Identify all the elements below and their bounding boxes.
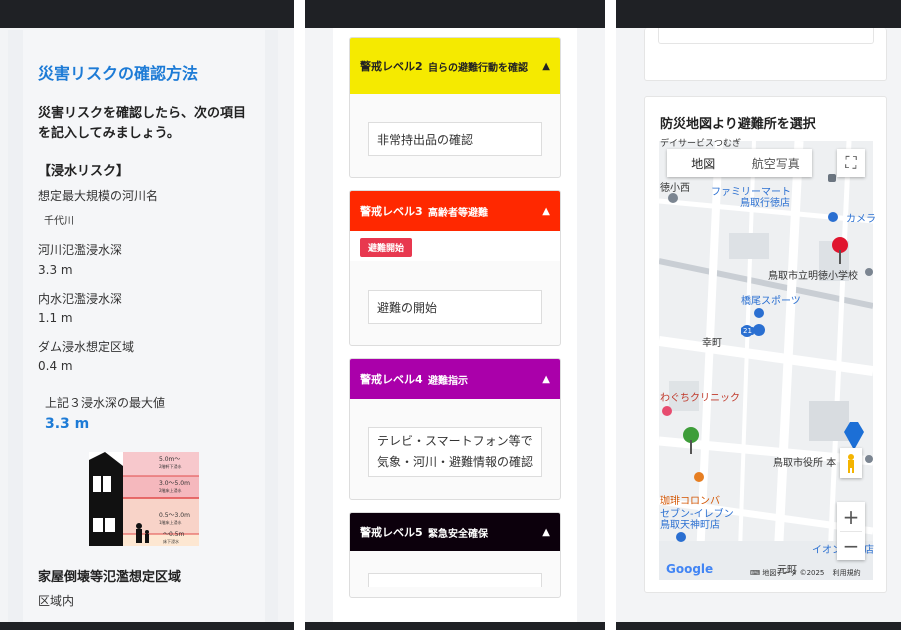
zoom-out-icon[interactable]: − bbox=[840, 531, 862, 560]
street-view-pegman-icon[interactable] bbox=[840, 448, 862, 478]
zoom-in-icon[interactable]: + bbox=[843, 502, 860, 531]
map-attribution: ⌨ 地図データ ©2025 利用規約 bbox=[750, 568, 861, 578]
band-label-4: ～0.5m bbox=[163, 531, 185, 538]
collapse-value: 区域内 bbox=[38, 594, 75, 608]
tab-satellite[interactable]: 航空写真 bbox=[740, 149, 813, 177]
route-21-badge: 21 bbox=[741, 327, 754, 335]
level3-action-field[interactable]: 避難の開始 bbox=[368, 290, 542, 324]
inland-depth-value: 1.1 m bbox=[38, 311, 73, 325]
max-depth-value: 3.3 m bbox=[45, 416, 90, 432]
convenience-store-icon bbox=[676, 532, 686, 542]
bottom-bar bbox=[0, 622, 294, 630]
level5-name: 警戒レベル5 bbox=[360, 525, 423, 539]
flood-depth-figure: 5.0m～ 2階軒下浸水 3.0～5.0m 2階床上浸水 0.5～3.0m 1階… bbox=[89, 452, 199, 546]
screenshot-stage: 災害リスクの確認方法 災害リスクを確認したら、次の項目を記入してみましょう。 【… bbox=[0, 0, 901, 630]
clinic-icon bbox=[662, 406, 672, 416]
river-name-label: 想定最大規模の河川名 bbox=[38, 189, 159, 203]
map-label-seven-branch: 鳥取天神町店 bbox=[660, 520, 720, 531]
red-marker-icon[interactable] bbox=[831, 236, 849, 264]
band-note-4: 床下浸水 bbox=[163, 538, 179, 544]
level5-section: 警戒レベル5 緊急安全確保 ▲ bbox=[349, 512, 561, 598]
tab-map[interactable]: 地図 bbox=[667, 149, 740, 177]
map-label-sports: 橋尾スポーツ bbox=[741, 296, 801, 307]
map-label-cityhall: 鳥取市役所 本 bbox=[773, 458, 837, 469]
dam-area-label: ダム浸水想定区域 bbox=[38, 340, 135, 354]
band-note-3: 1階床上浸水 bbox=[159, 519, 182, 525]
level3-header[interactable]: 警戒レベル3 高齢者等避難 ▲ bbox=[350, 191, 560, 231]
flood-heading: 【浸水リスク】 bbox=[38, 164, 130, 179]
shelter-map-title: 防災地図より避難所を選択 bbox=[660, 117, 816, 132]
level2-desc: 自らの避難行動を確認 bbox=[428, 62, 528, 74]
band-label-2: 3.0～5.0m bbox=[159, 480, 190, 487]
level4-desc: 避難指示 bbox=[428, 375, 468, 387]
map-label-saiwaicho: 幸町 bbox=[702, 338, 722, 349]
bottom-bar bbox=[616, 622, 901, 630]
map-label-l1: 徳小西 bbox=[660, 183, 690, 194]
map-label-camera: カメラ bbox=[846, 214, 876, 225]
band-note-2: 2階床上浸水 bbox=[159, 487, 182, 493]
risk-lead: 災害リスクを確認したら、次の項目を記入してみましょう。 bbox=[38, 106, 247, 141]
band-label-3: 0.5～3.0m bbox=[159, 512, 190, 519]
river-depth-value: 3.3 m bbox=[38, 263, 73, 277]
map-label-school: 鳥取市立明徳小学校 bbox=[768, 271, 858, 282]
max-depth-label: 上記３浸水深の最大値 bbox=[45, 396, 166, 410]
fullscreen-icon[interactable]: ⛶ bbox=[837, 149, 865, 177]
bottom-bar bbox=[305, 622, 605, 630]
map-label-dayservice: デイサービスつむぎ bbox=[660, 139, 742, 149]
cafe-icon bbox=[694, 472, 704, 482]
level4-name: 警戒レベル4 bbox=[360, 372, 423, 386]
band-label-1: 5.0m～ bbox=[159, 456, 180, 463]
google-logo: Google bbox=[666, 562, 714, 576]
map-label-clinic: わぐちクリニック bbox=[660, 393, 740, 404]
dam-area-value: 0.4 m bbox=[38, 359, 73, 373]
keyboard-icon[interactable]: ⌨ bbox=[750, 569, 762, 577]
caret-up-icon: ▲ bbox=[542, 526, 550, 538]
map-label-aeon-store: 店 bbox=[864, 545, 874, 556]
level2-header[interactable]: 警戒レベル2 自らの避難行動を確認 ▲ bbox=[350, 38, 560, 94]
level4-action-field[interactable]: テレビ・スマートフォン等で気象・河川・避難情報の確認 bbox=[368, 427, 542, 477]
level2-name: 警戒レベル2 bbox=[360, 59, 423, 73]
level4-section: 警戒レベル4 避難指示 ▲ テレビ・スマートフォン等で気象・河川・避難情報の確認 bbox=[349, 358, 561, 500]
bus-stop-icon bbox=[828, 174, 836, 182]
school-icon bbox=[865, 268, 873, 276]
inland-depth-label: 内水氾濫浸水深 bbox=[38, 292, 123, 306]
map-data-text: 地図データ ©2025 bbox=[762, 569, 825, 577]
city-hall-icon bbox=[865, 455, 873, 463]
shelter-blue-marker-icon[interactable] bbox=[842, 418, 866, 450]
caret-up-icon: ▲ bbox=[542, 205, 550, 217]
level2-action-field[interactable]: 非常持出品の確認 bbox=[368, 122, 542, 156]
river-name-value: 千代川 bbox=[44, 216, 74, 227]
evacuation-start-badge: 避難開始 bbox=[360, 238, 413, 257]
top-bar bbox=[305, 0, 605, 28]
zoom-controls: + − bbox=[837, 502, 865, 560]
river-depth-label: 河川氾濫浸水深 bbox=[38, 243, 123, 257]
caret-up-icon: ▲ bbox=[542, 373, 550, 385]
level3-badge-row: 避難開始 bbox=[350, 231, 560, 261]
level3-section: 警戒レベル3 高齢者等避難 ▲ 避難開始 避難の開始 bbox=[349, 190, 561, 346]
level3-name: 警戒レベル3 bbox=[360, 204, 423, 218]
level5-header[interactable]: 警戒レベル5 緊急安全確保 ▲ bbox=[350, 513, 560, 551]
terms-link[interactable]: 利用規約 bbox=[833, 569, 861, 577]
top-bar bbox=[616, 0, 901, 28]
map-label-familymart-branch: 鳥取行徳店 bbox=[740, 198, 790, 209]
level5-action-field[interactable] bbox=[368, 573, 542, 587]
collapse-heading: 家屋倒壊等氾濫想定区域 bbox=[38, 570, 182, 585]
level4-header[interactable]: 警戒レベル4 避難指示 ▲ bbox=[350, 359, 560, 399]
previous-inner-field bbox=[658, 28, 874, 44]
top-bar bbox=[0, 0, 294, 28]
level5-desc: 緊急安全確保 bbox=[428, 528, 488, 540]
band-note-1: 2階軒下浸水 bbox=[159, 463, 182, 469]
caret-up-icon: ▲ bbox=[542, 60, 550, 72]
map-type-tabs: 地図 航空写真 bbox=[667, 149, 812, 177]
risk-title: 災害リスクの確認方法 bbox=[38, 64, 199, 83]
level2-section: 警戒レベル2 自らの避難行動を確認 ▲ 非常持出品の確認 bbox=[349, 37, 561, 178]
green-marker-icon[interactable] bbox=[682, 426, 700, 454]
level3-desc: 高齢者等避難 bbox=[428, 207, 488, 219]
sports-shop-icon bbox=[754, 308, 764, 318]
camera-shop-icon bbox=[828, 212, 838, 222]
